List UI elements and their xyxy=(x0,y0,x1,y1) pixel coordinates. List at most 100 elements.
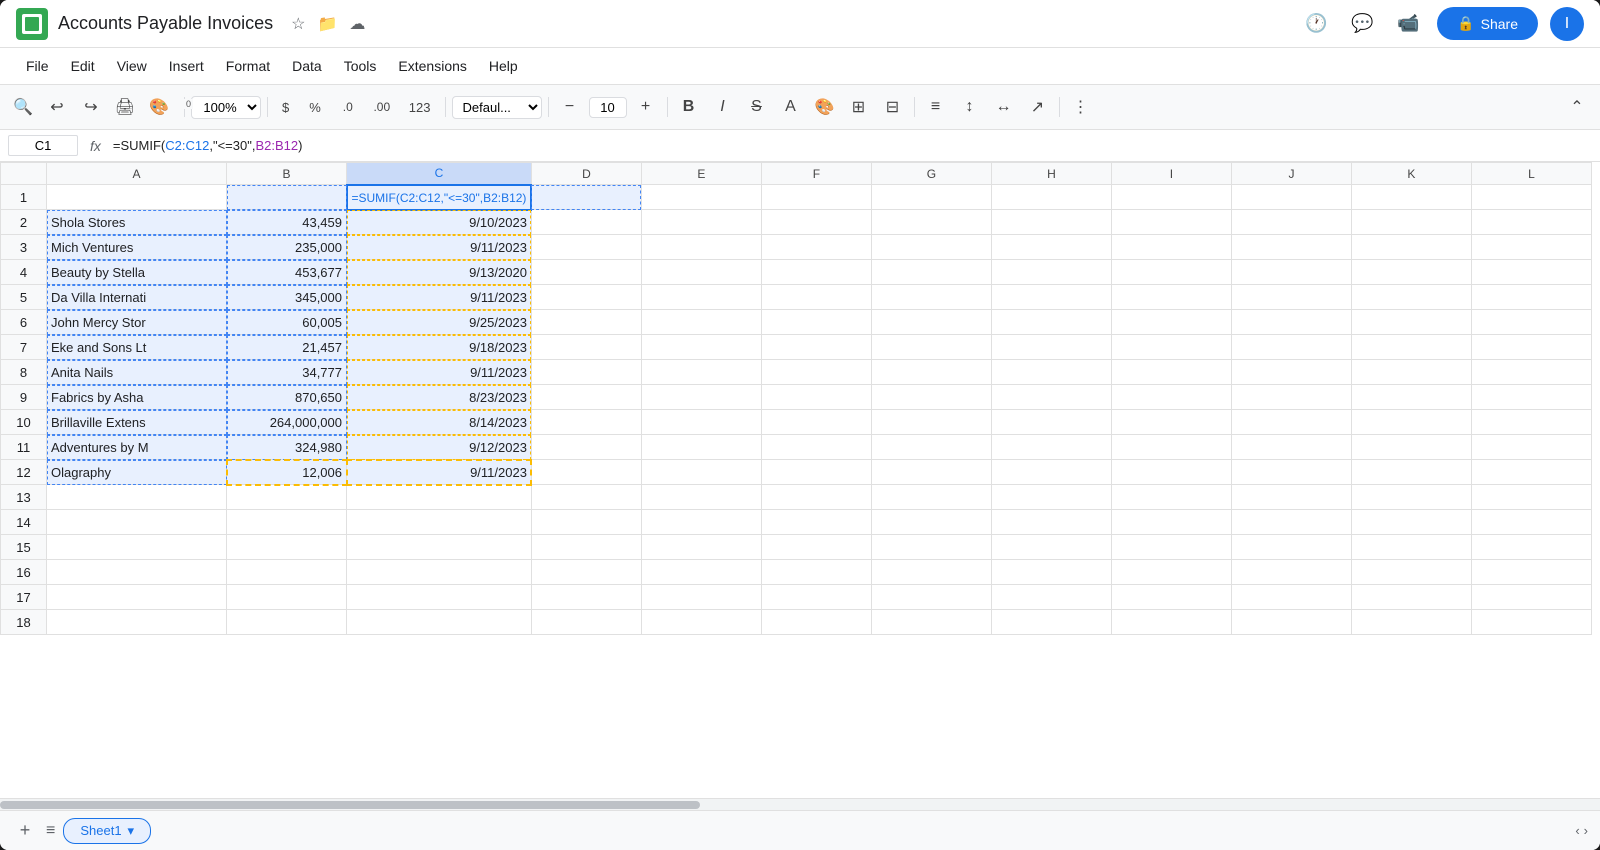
cell-c18[interactable] xyxy=(347,610,532,635)
cell-e17[interactable] xyxy=(641,585,761,610)
cell-k9[interactable] xyxy=(1351,385,1471,410)
menu-help[interactable]: Help xyxy=(479,54,528,78)
cell-d15[interactable] xyxy=(531,535,641,560)
cell-g15[interactable] xyxy=(871,535,991,560)
cell-i4[interactable] xyxy=(1111,260,1231,285)
cell-e10[interactable] xyxy=(641,410,761,435)
col-header-f[interactable]: F xyxy=(761,163,871,185)
redo-button[interactable]: ↪ xyxy=(76,92,106,122)
cell-d10[interactable] xyxy=(531,410,641,435)
cell-k1[interactable] xyxy=(1351,185,1471,210)
navigate-left-icon[interactable]: ‹ xyxy=(1575,823,1579,838)
cell-i15[interactable] xyxy=(1111,535,1231,560)
cell-i9[interactable] xyxy=(1111,385,1231,410)
cell-h13[interactable] xyxy=(991,485,1111,510)
share-button[interactable]: 🔒 Share xyxy=(1437,7,1538,40)
scrollbar-thumb[interactable] xyxy=(0,801,700,809)
cell-l3[interactable] xyxy=(1471,235,1591,260)
cloud-icon[interactable]: ☁ xyxy=(349,14,365,34)
cell-i10[interactable] xyxy=(1111,410,1231,435)
cell-d4[interactable] xyxy=(531,260,641,285)
cell-f13[interactable] xyxy=(761,485,871,510)
cell-g10[interactable] xyxy=(871,410,991,435)
cell-d3[interactable] xyxy=(531,235,641,260)
cell-f10[interactable] xyxy=(761,410,871,435)
cell-j13[interactable] xyxy=(1231,485,1351,510)
cell-c10[interactable]: 8/14/2023 xyxy=(347,410,532,435)
cell-j6[interactable] xyxy=(1231,310,1351,335)
decimal-increase-button[interactable]: .00 xyxy=(367,92,397,122)
cell-j14[interactable] xyxy=(1231,510,1351,535)
cell-a4[interactable]: Beauty by Stella xyxy=(47,260,227,285)
cell-a11[interactable]: Adventures by M xyxy=(47,435,227,460)
cell-e12[interactable] xyxy=(641,460,761,485)
cell-f5[interactable] xyxy=(761,285,871,310)
cell-k2[interactable] xyxy=(1351,210,1471,235)
cell-j8[interactable] xyxy=(1231,360,1351,385)
cell-a10[interactable]: Brillaville Extens xyxy=(47,410,227,435)
cell-g4[interactable] xyxy=(871,260,991,285)
menu-file[interactable]: File xyxy=(16,54,59,78)
cell-l12[interactable] xyxy=(1471,460,1591,485)
cell-h1[interactable] xyxy=(991,185,1111,210)
cell-l8[interactable] xyxy=(1471,360,1591,385)
col-header-i[interactable]: I xyxy=(1111,163,1231,185)
cell-a6[interactable]: John Mercy Stor xyxy=(47,310,227,335)
cell-h16[interactable] xyxy=(991,560,1111,585)
menu-insert[interactable]: Insert xyxy=(159,54,214,78)
cell-b17[interactable] xyxy=(227,585,347,610)
menu-format[interactable]: Format xyxy=(216,54,280,78)
cell-f7[interactable] xyxy=(761,335,871,360)
cell-b3[interactable]: 235,000 xyxy=(227,235,347,260)
cell-d9[interactable] xyxy=(531,385,641,410)
cell-d17[interactable] xyxy=(531,585,641,610)
cell-c12[interactable]: 9/11/2023 xyxy=(347,460,532,485)
cell-j5[interactable] xyxy=(1231,285,1351,310)
align-button[interactable]: ≡ xyxy=(921,92,951,122)
cell-c7[interactable]: 9/18/2023 xyxy=(347,335,532,360)
cell-e3[interactable] xyxy=(641,235,761,260)
cell-i12[interactable] xyxy=(1111,460,1231,485)
cell-h14[interactable] xyxy=(991,510,1111,535)
cell-d2[interactable] xyxy=(531,210,641,235)
cell-i14[interactable] xyxy=(1111,510,1231,535)
col-header-e[interactable]: E xyxy=(641,163,761,185)
cell-j9[interactable] xyxy=(1231,385,1351,410)
comment-icon[interactable]: 💬 xyxy=(1345,7,1379,41)
cell-i3[interactable] xyxy=(1111,235,1231,260)
strikethrough-button[interactable]: S xyxy=(742,92,772,122)
cell-e11[interactable] xyxy=(641,435,761,460)
cell-j16[interactable] xyxy=(1231,560,1351,585)
cell-k17[interactable] xyxy=(1351,585,1471,610)
cell-k13[interactable] xyxy=(1351,485,1471,510)
cell-c15[interactable] xyxy=(347,535,532,560)
bold-button[interactable]: B xyxy=(674,92,704,122)
star-icon[interactable]: ☆ xyxy=(291,14,305,34)
cell-j15[interactable] xyxy=(1231,535,1351,560)
cell-f8[interactable] xyxy=(761,360,871,385)
font-size-decrease-button[interactable]: − xyxy=(555,92,585,122)
cell-h18[interactable] xyxy=(991,610,1111,635)
cell-a5[interactable]: Da Villa Internati xyxy=(47,285,227,310)
cell-e5[interactable] xyxy=(641,285,761,310)
cell-a18[interactable] xyxy=(47,610,227,635)
cell-c14[interactable] xyxy=(347,510,532,535)
cell-g14[interactable] xyxy=(871,510,991,535)
paintformat-button[interactable]: 🎨 xyxy=(144,92,174,122)
borders-button[interactable]: ⊞ xyxy=(844,92,874,122)
cell-l4[interactable] xyxy=(1471,260,1591,285)
number-format-btn[interactable]: 123 xyxy=(401,98,439,117)
cell-a17[interactable] xyxy=(47,585,227,610)
cell-h4[interactable] xyxy=(991,260,1111,285)
cell-b15[interactable] xyxy=(227,535,347,560)
cell-d8[interactable] xyxy=(531,360,641,385)
cell-reference-input[interactable] xyxy=(8,135,78,156)
col-header-c[interactable]: C xyxy=(347,163,532,185)
cell-g18[interactable] xyxy=(871,610,991,635)
sheet-menu-icon[interactable]: ≡ xyxy=(46,822,55,840)
text-wrap-button[interactable]: ↔ xyxy=(989,92,1019,122)
cell-d11[interactable] xyxy=(531,435,641,460)
cell-l14[interactable] xyxy=(1471,510,1591,535)
cell-b1[interactable] xyxy=(227,185,347,210)
cell-h7[interactable] xyxy=(991,335,1111,360)
